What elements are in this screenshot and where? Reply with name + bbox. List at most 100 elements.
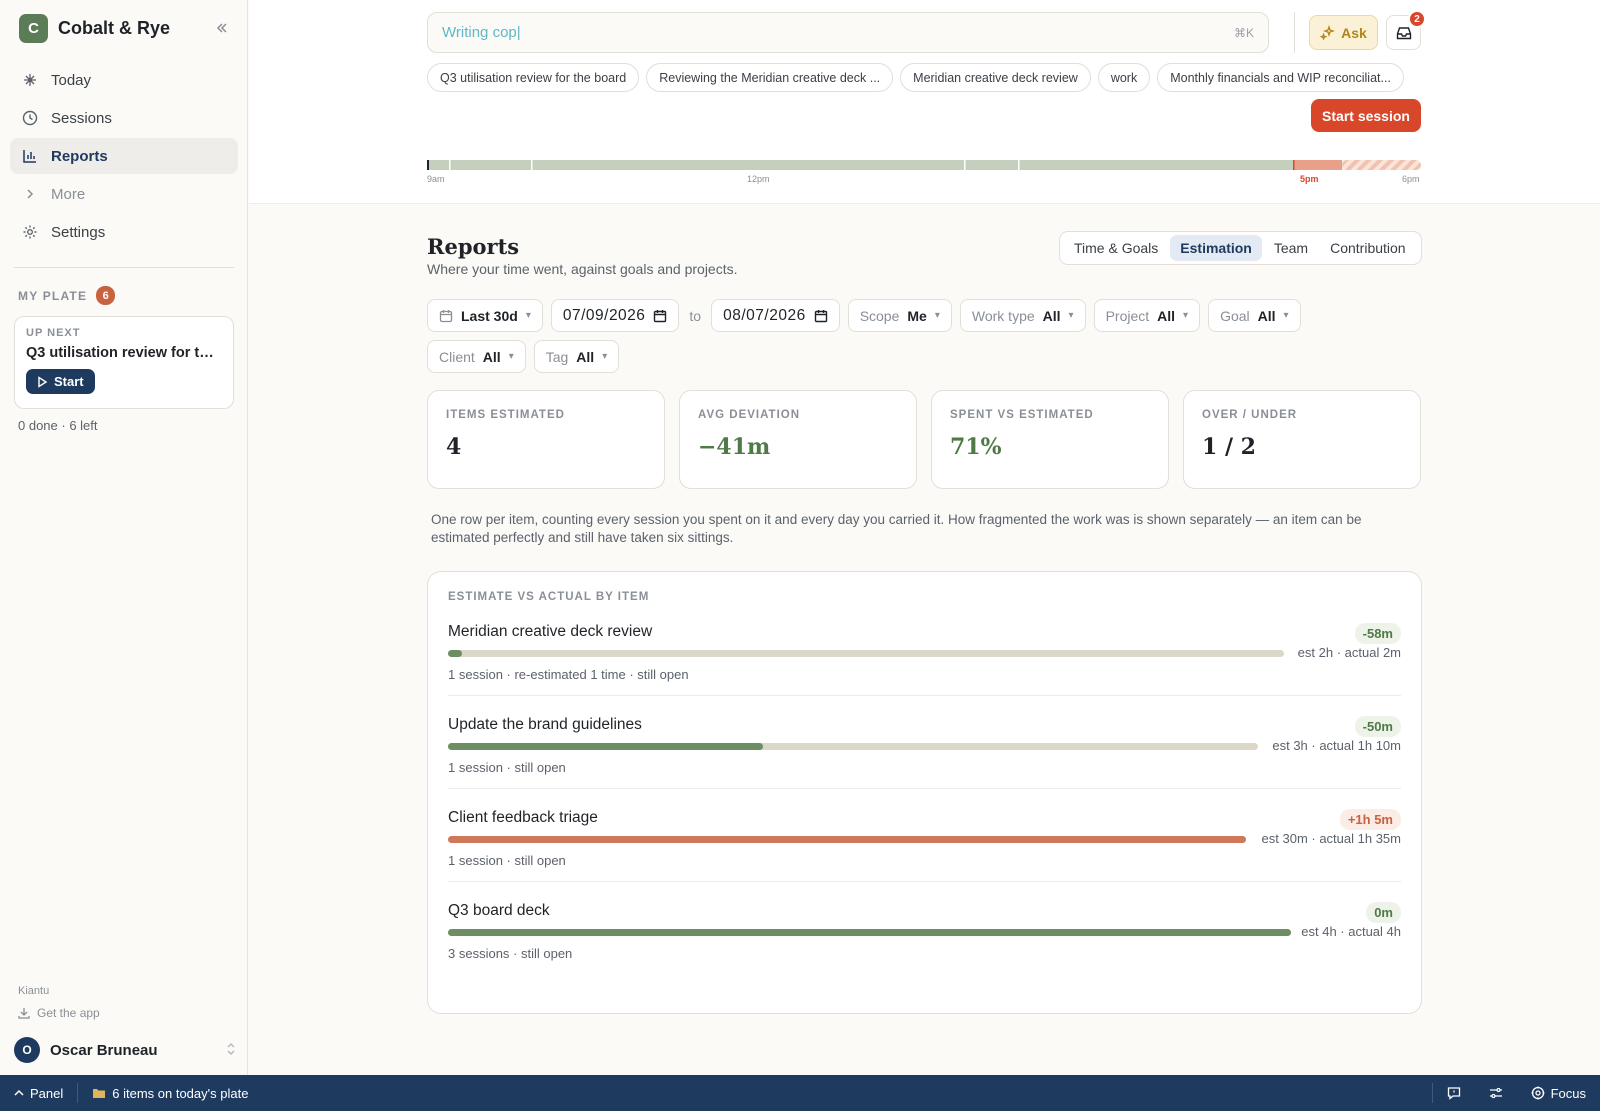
work-type-select[interactable]: Work type All ▾	[959, 299, 1086, 332]
timeline-label: 12pm	[747, 174, 770, 184]
to-label: to	[689, 307, 702, 324]
filters: Last 30d ▾ 07/09/2026 to 08/07/2026 Scop…	[427, 299, 1422, 381]
panel-label: Panel	[30, 1085, 64, 1101]
deviation-badge: 0m	[1366, 902, 1401, 923]
sparkles-icon	[1320, 25, 1336, 40]
start-session-button[interactable]: Start session	[1311, 99, 1421, 132]
suggestion-chip[interactable]: Monthly financials and WIP reconciliat..…	[1157, 63, 1404, 92]
focus-button[interactable]: Focus	[1517, 1086, 1600, 1101]
tab-contribution[interactable]: Contribution	[1320, 235, 1416, 261]
client-select[interactable]: Client All ▾	[427, 340, 526, 373]
est-actual: est 2h · actual 2m	[1297, 645, 1401, 660]
stat-card-avg-deviation: AVG DEVIATION −41m	[679, 390, 917, 489]
brand[interactable]: C Cobalt & Rye	[19, 14, 170, 43]
timeline-start-marker	[427, 160, 429, 170]
up-next-card[interactable]: UP NEXT Q3 utilisation review for the bo…	[14, 316, 234, 409]
ask-button[interactable]: Ask	[1309, 15, 1378, 50]
sliders-icon	[1489, 1087, 1502, 1099]
sidebar-item-today[interactable]: Today	[10, 62, 238, 98]
focus-icon	[1531, 1086, 1545, 1100]
bar-fill	[448, 650, 463, 657]
gear-icon	[21, 223, 39, 241]
list-item[interactable]: Q3 board deck 0m est 4h · actual 4h 3 se…	[448, 882, 1401, 975]
stat-value: 71%	[950, 434, 1002, 460]
item-meta: 3 sessions · still open	[448, 946, 573, 961]
folder-icon	[93, 1089, 106, 1098]
get-app-link[interactable]: Get the app	[18, 1006, 100, 1020]
timeline-logged	[429, 160, 1293, 170]
item-name: Meridian creative deck review	[448, 623, 653, 640]
sidebar-item-more[interactable]: More	[10, 176, 238, 212]
inbox-button[interactable]: 2	[1386, 10, 1426, 50]
get-app-label: Get the app	[37, 1006, 100, 1020]
panel-toggle[interactable]: Panel	[0, 1086, 77, 1101]
tag-select[interactable]: Tag All ▾	[533, 340, 620, 373]
suggestion-chip[interactable]: Reviewing the Meridian creative deck ...	[646, 63, 894, 92]
date-from-input[interactable]: 07/09/2026	[550, 299, 680, 332]
list-item[interactable]: Update the brand guidelines -50m est 3h …	[448, 696, 1401, 789]
tab-team[interactable]: Team	[1264, 235, 1318, 261]
item-bar	[448, 836, 1246, 843]
play-icon	[38, 375, 48, 388]
est-actual: est 4h · actual 4h	[1301, 924, 1401, 939]
adjustments-button[interactable]	[1475, 1086, 1517, 1100]
collapse-sidebar-icon[interactable]	[212, 18, 232, 38]
client-label: Client	[439, 348, 475, 365]
date-to-input[interactable]: 08/07/2026	[711, 299, 840, 332]
download-icon	[18, 1008, 30, 1019]
tab-time-goals[interactable]: Time & Goals	[1064, 235, 1168, 261]
deviation-badge: -58m	[1354, 623, 1401, 644]
plate-summary[interactable]: 6 items on today's plate	[78, 1086, 262, 1101]
day-timeline[interactable]	[427, 160, 1421, 170]
suggestion-chip[interactable]: Meridian creative deck review	[900, 63, 1091, 92]
command-input[interactable]: Writing cop| ⌘K	[427, 12, 1269, 53]
sidebar-item-reports[interactable]: Reports	[10, 138, 238, 174]
sidebar-item-settings[interactable]: Settings	[10, 214, 238, 250]
plate-header: MY PLATE 6	[18, 286, 116, 305]
chevron-down-icon: ▾	[1183, 310, 1189, 321]
shortcut-hint: ⌘K	[1233, 25, 1254, 40]
timeline-label: 9am	[427, 174, 445, 184]
bar-track	[448, 650, 1284, 657]
timeline-segment-gap	[1018, 160, 1020, 170]
tab-estimation[interactable]: Estimation	[1170, 235, 1262, 261]
timeline-label-now: 5pm	[1300, 174, 1319, 184]
stat-label: SPENT VS ESTIMATED	[950, 409, 1094, 421]
item-name: Client feedback triage	[448, 809, 598, 826]
goal-select[interactable]: Goal All ▾	[1208, 299, 1301, 332]
project-select[interactable]: Project All ▾	[1093, 299, 1201, 332]
avatar: O	[14, 1037, 40, 1063]
brand-logo: C	[19, 14, 48, 43]
suggestion-chips: Q3 utilisation review for the board Revi…	[427, 63, 1404, 92]
sidebar: C Cobalt & Rye Today Sessions Reports Mo…	[0, 0, 248, 1075]
calendar-icon	[814, 309, 827, 322]
bar-chart-icon	[21, 147, 39, 165]
scope-select[interactable]: Scope Me ▾	[847, 299, 952, 332]
suggestion-chip[interactable]: work	[1097, 63, 1151, 92]
calendar-icon	[439, 309, 453, 322]
bottom-bar: Panel 6 items on today's plate Focus	[0, 1075, 1600, 1111]
toolbar-divider	[1294, 12, 1295, 53]
user-menu[interactable]: O Oscar Bruneau	[14, 1037, 236, 1063]
sidebar-item-label: Settings	[51, 223, 106, 241]
range-select[interactable]: Last 30d ▾	[427, 299, 543, 332]
client-value: All	[482, 348, 501, 365]
command-input-value: Writing cop|	[442, 24, 521, 41]
suggestion-chip[interactable]: Q3 utilisation review for the board	[427, 63, 640, 92]
stat-card-over-under: OVER / UNDER 1 / 2	[1183, 390, 1421, 489]
sidebar-item-sessions[interactable]: Sessions	[10, 100, 238, 136]
list-item[interactable]: Client feedback triage +1h 5m est 30m · …	[448, 789, 1401, 882]
work-type-value: All	[1042, 307, 1061, 324]
list-item[interactable]: Meridian creative deck review -58m est 2…	[448, 603, 1401, 696]
timeline-current	[1293, 160, 1342, 170]
bar-fill	[448, 743, 764, 750]
panel-title: ESTIMATE VS ACTUAL BY ITEM	[448, 591, 650, 603]
stat-card-spent-vs-estimated: SPENT VS ESTIMATED 71%	[931, 390, 1169, 489]
deviation-badge: +1h 5m	[1339, 809, 1401, 830]
project-label: Project	[1105, 307, 1150, 324]
stat-label: AVG DEVIATION	[698, 409, 801, 421]
up-next-label: UP NEXT	[26, 327, 81, 339]
deviation-badge: -50m	[1354, 716, 1401, 737]
feedback-button[interactable]	[1433, 1086, 1475, 1100]
start-button[interactable]: Start	[26, 369, 95, 394]
